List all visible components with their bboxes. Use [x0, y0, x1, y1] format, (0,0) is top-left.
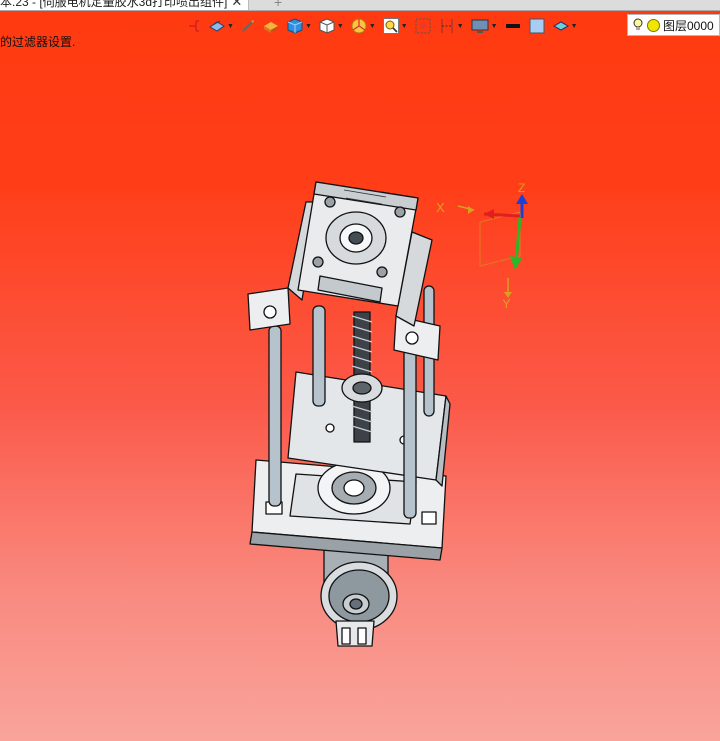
new-tab-button[interactable]: + — [274, 0, 282, 10]
y-axis-arrowhead — [510, 256, 522, 270]
chevron-down-icon[interactable]: ▼ — [491, 23, 498, 30]
chevron-down-icon[interactable]: ▼ — [457, 23, 464, 30]
lightbulb-icon — [633, 18, 643, 30]
zoom-window-icon[interactable] — [414, 15, 432, 37]
document-tab[interactable]: 本.23 - [伺服电机定量胶水3d打印喷出组件] ✕ — [0, 0, 250, 10]
chevron-down-icon[interactable]: ▼ — [401, 23, 408, 30]
z-axis-label: Z — [518, 182, 525, 195]
fill-color-icon[interactable] — [528, 15, 546, 37]
layer-selector[interactable]: 图层0000 — [627, 14, 720, 36]
measure-icon[interactable] — [240, 15, 256, 37]
layer-color-icon — [647, 18, 660, 32]
shaded-cube-icon[interactable]: ▼ — [286, 15, 312, 37]
display-icon[interactable]: ▼ — [470, 15, 498, 37]
chevron-down-icon[interactable]: ▼ — [369, 23, 376, 30]
tab-strip: 本.23 - [伺服电机定量胶水3d打印喷出组件] ✕ + — [0, 0, 720, 11]
model-viewport-assembly[interactable] — [236, 176, 456, 656]
x-axis-arrowhead — [484, 209, 494, 219]
stepper-motor — [297, 181, 419, 307]
wireframe-cube-icon[interactable]: ▼ — [318, 15, 344, 37]
view-origin-icon[interactable] — [186, 15, 202, 37]
y-axis-arrow — [514, 217, 522, 263]
chevron-down-icon[interactable]: ▼ — [305, 23, 312, 30]
document-tab-title: 本.23 - [伺服电机定量胶水3d打印喷出组件] — [0, 0, 228, 9]
axis-triad[interactable]: X Y Z — [430, 182, 540, 312]
line-color-icon[interactable] — [504, 15, 522, 37]
x-axis-label: X — [436, 200, 445, 215]
chevron-down-icon[interactable]: ▼ — [337, 23, 344, 30]
layer-style-icon[interactable]: ▼ — [552, 15, 578, 37]
status-message: 的过滤器设置. — [0, 35, 76, 49]
layer-name: 图层0000 — [663, 18, 714, 33]
section-view-icon[interactable]: ▼ — [350, 15, 376, 37]
zoom-fit-icon[interactable]: ▼ — [382, 15, 408, 37]
z-axis-arrowhead — [516, 194, 528, 204]
view-toolbar: ▼ ▼ ▼ ▼ ▼ ▼ ▼ ▼ — [186, 14, 584, 38]
y-axis-label: Y — [502, 296, 511, 311]
clip-plane-icon[interactable]: ▼ — [438, 15, 464, 37]
render-mode-icon[interactable]: ▼ — [208, 15, 234, 37]
chevron-down-icon[interactable]: ▼ — [227, 23, 234, 30]
chevron-down-icon[interactable]: ▼ — [571, 23, 578, 30]
close-tab-icon[interactable]: ✕ — [231, 0, 242, 9]
paint-icon[interactable] — [262, 15, 280, 37]
